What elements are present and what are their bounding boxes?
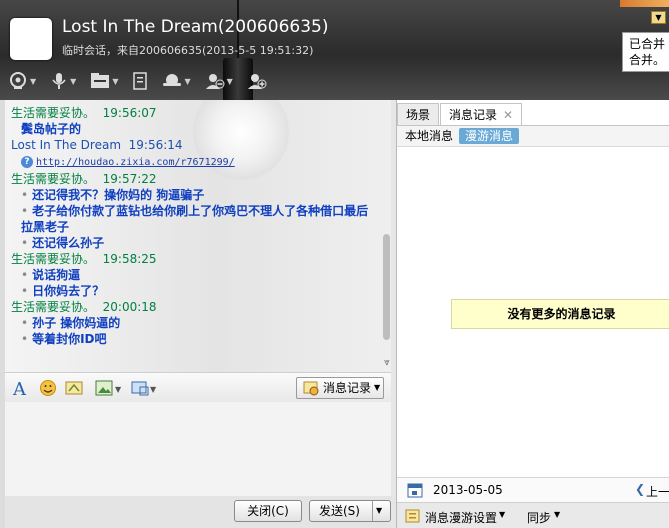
- message-header: 生活需要妥协。 19:58:25: [11, 252, 157, 266]
- history-panel: 场景 消息记录 ✕ 本地消息 漫游消息 没有更多的消息记录 2013-05-05 …: [396, 100, 669, 528]
- bullet-icon: •: [21, 204, 29, 218]
- message-line: ? http://houdao.zixia.com/r7671299/: [11, 153, 381, 171]
- chevron-down-icon: ▼: [70, 76, 77, 86]
- roam-settings-menu[interactable]: 消息漫游设置: [425, 509, 497, 526]
- contact-title: Lost In The Dream(200606635): [62, 17, 329, 37]
- hat-icon: [162, 72, 182, 90]
- chat-toolbar: ▼ ▼ ▼ ▼ ▼: [8, 68, 281, 94]
- message-list: 生活需要妥协。 19:56:07 鬓岛帖子的 Lost In The Dream…: [11, 105, 381, 347]
- previous-page-link[interactable]: 上一: [646, 483, 669, 500]
- chevron-down-icon: ▼: [226, 76, 233, 86]
- message-header: 生活需要妥协。 19:56:07: [11, 106, 157, 120]
- user-add-icon: [247, 72, 267, 90]
- bullet-icon: •: [21, 268, 29, 282]
- roam-settings-icon: [405, 508, 421, 527]
- message-line: • 还记得么孙子: [21, 236, 105, 250]
- date-navigation-bar: 2013-05-05 ❮ 上一: [397, 477, 669, 503]
- user-remove-icon: [205, 72, 225, 90]
- session-subtitle: 临时会话，来自200606635(2013-5-5 19:51:32): [62, 44, 314, 57]
- bullet-icon: •: [21, 188, 29, 202]
- svg-text:A: A: [12, 379, 27, 397]
- magic-expression-icon[interactable]: [65, 379, 83, 397]
- message-record-icon: [303, 380, 319, 402]
- tab-message-record[interactable]: 消息记录 ✕: [440, 103, 523, 126]
- chevron-down-icon: ▼: [655, 13, 662, 22]
- chevron-down-icon: ▼: [30, 76, 37, 86]
- contact-avatar[interactable]: [10, 18, 52, 60]
- bottom-action-bar: 关闭(C) 发送(S) ▼: [5, 496, 391, 528]
- microphone-icon: [50, 71, 68, 91]
- window-header: Lost In The Dream(200606635) 临时会话，来自2006…: [0, 0, 669, 102]
- tab-scene[interactable]: 场景: [397, 103, 440, 126]
- screenshot-icon[interactable]: ▼: [131, 379, 159, 397]
- document-icon: [132, 72, 148, 90]
- format-toolbar: A ▼ ▼ 消息记录 ▼: [5, 372, 391, 403]
- subtab-local-messages[interactable]: 本地消息: [399, 128, 459, 144]
- help-icon: ?: [21, 155, 33, 168]
- sync-menu[interactable]: 同步: [527, 509, 551, 526]
- send-divider: [372, 501, 373, 521]
- message-line: 鬓岛帖子的: [21, 122, 82, 136]
- message-record-label: 消息记录: [323, 381, 372, 395]
- history-tabs: 场景 消息记录 ✕: [397, 103, 523, 126]
- message-input[interactable]: [5, 402, 391, 496]
- close-icon[interactable]: ✕: [503, 108, 513, 122]
- emoji-icon[interactable]: [39, 379, 57, 397]
- merge-notice-line: 已合并: [629, 37, 666, 51]
- message-line: • 还记得我不？操你妈的 狗逼骗子: [21, 188, 205, 202]
- history-scrollbar[interactable]: [383, 234, 390, 340]
- chevron-down-icon: ▼: [554, 510, 561, 519]
- remove-contact-button[interactable]: ▼: [205, 72, 233, 90]
- history-bottom-bar: 消息漫游设置 ▼ 同步 ▼: [397, 502, 669, 528]
- expand-button[interactable]: ▼: [651, 11, 666, 24]
- add-friend-button[interactable]: [247, 72, 267, 90]
- history-subtabs: 本地消息 漫游消息: [397, 125, 669, 147]
- title-bar-accent: [620, 0, 669, 7]
- no-more-records-banner: 没有更多的消息记录: [451, 299, 669, 329]
- message-line: • 日你妈去了？: [21, 284, 105, 298]
- current-date: 2013-05-05: [433, 483, 503, 497]
- voice-call-button[interactable]: ▼: [50, 71, 76, 91]
- message-record-button[interactable]: 消息记录 ▼: [296, 377, 384, 399]
- bullet-icon: •: [21, 316, 29, 330]
- image-icon[interactable]: ▼: [95, 379, 123, 397]
- message-header: 生活需要妥协。 19:57:22: [11, 172, 157, 186]
- message-link[interactable]: http://houdao.zixia.com/r7671299/: [36, 157, 235, 168]
- message-history[interactable]: 生活需要妥协。 19:56:07 鬓岛帖子的 Lost In The Dream…: [5, 100, 391, 372]
- merge-notice-line: 合并。: [629, 53, 666, 67]
- send-options-chevron-icon[interactable]: ▼: [376, 501, 382, 521]
- bullet-icon: •: [21, 284, 29, 298]
- message-line: • 老子给你付款了蓝钻也给你刷上了你鸡巴不理人了各种借口最后拉黑老子: [21, 204, 369, 234]
- merge-notice: 已合并 合并。: [622, 32, 669, 72]
- folder-icon: [90, 72, 110, 90]
- subtab-roaming-messages[interactable]: 漫游消息: [459, 128, 520, 144]
- message-line: • 孙子 操你妈逼的: [21, 316, 121, 330]
- message-header: 生活需要妥协。 20:00:18: [11, 300, 157, 314]
- chevron-down-icon: ▼: [499, 510, 506, 519]
- svg-text:▼: ▼: [115, 385, 122, 394]
- bullet-icon: •: [21, 236, 29, 250]
- chevron-down-icon: ▼: [112, 76, 119, 86]
- message-line: • 等着封你ID吧: [21, 332, 107, 346]
- message-line: • 说话狗逼: [21, 268, 81, 282]
- chevron-down-icon: ▼: [374, 383, 381, 392]
- share-screen-button[interactable]: ▼: [162, 72, 191, 90]
- bullet-icon: •: [21, 332, 29, 346]
- send-button[interactable]: 发送(S) ▼: [309, 500, 391, 522]
- remote-desktop-button[interactable]: [132, 72, 148, 90]
- chevron-down-icon: ▼: [184, 76, 191, 86]
- file-transfer-button[interactable]: ▼: [90, 72, 118, 90]
- scroll-to-bottom-icon[interactable]: ⩔: [381, 357, 391, 369]
- video-call-icon: [8, 71, 28, 91]
- previous-page-icon[interactable]: ❮: [635, 482, 645, 496]
- svg-text:▼: ▼: [150, 385, 157, 394]
- font-icon[interactable]: A: [11, 379, 29, 400]
- video-call-button[interactable]: ▼: [8, 71, 36, 91]
- calendar-icon[interactable]: [407, 482, 423, 501]
- send-button-label: 发送(S): [319, 504, 360, 518]
- close-button[interactable]: 关闭(C): [234, 500, 302, 522]
- chat-window: Lost In The Dream(200606635) 临时会话，来自2006…: [0, 0, 669, 528]
- message-header: Lost In The Dream 19:56:14: [11, 138, 183, 152]
